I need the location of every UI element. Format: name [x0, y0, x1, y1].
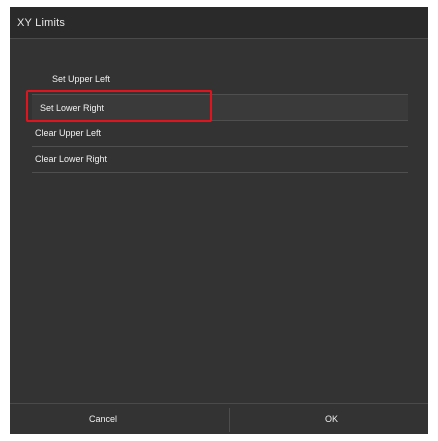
dialog-footer: Cancel OK — [10, 403, 428, 434]
dialog-title: XY Limits — [17, 17, 66, 29]
dialog-titlebar: XY Limits — [10, 7, 428, 39]
xy-limits-dialog: XY Limits Set Upper Left Set Lower Right… — [10, 7, 428, 434]
set-lower-right-label: Set Lower Right — [40, 103, 105, 113]
limits-menu: Set Upper Left Set Lower Right Clear Upp… — [32, 69, 408, 173]
clear-upper-left-button[interactable]: Clear Upper Left — [32, 121, 408, 147]
set-upper-left-label: Set Upper Left — [52, 74, 111, 84]
cancel-label: Cancel — [89, 414, 118, 424]
clear-lower-right-button[interactable]: Clear Lower Right — [32, 147, 408, 173]
cancel-button[interactable]: Cancel — [10, 404, 229, 434]
set-lower-right-button[interactable]: Set Lower Right — [32, 95, 408, 121]
ok-button[interactable]: OK — [230, 404, 428, 434]
ok-label: OK — [325, 414, 339, 424]
clear-lower-right-label: Clear Lower Right — [35, 154, 108, 164]
set-upper-left-button[interactable]: Set Upper Left — [32, 69, 408, 95]
clear-upper-left-label: Clear Upper Left — [35, 128, 102, 138]
